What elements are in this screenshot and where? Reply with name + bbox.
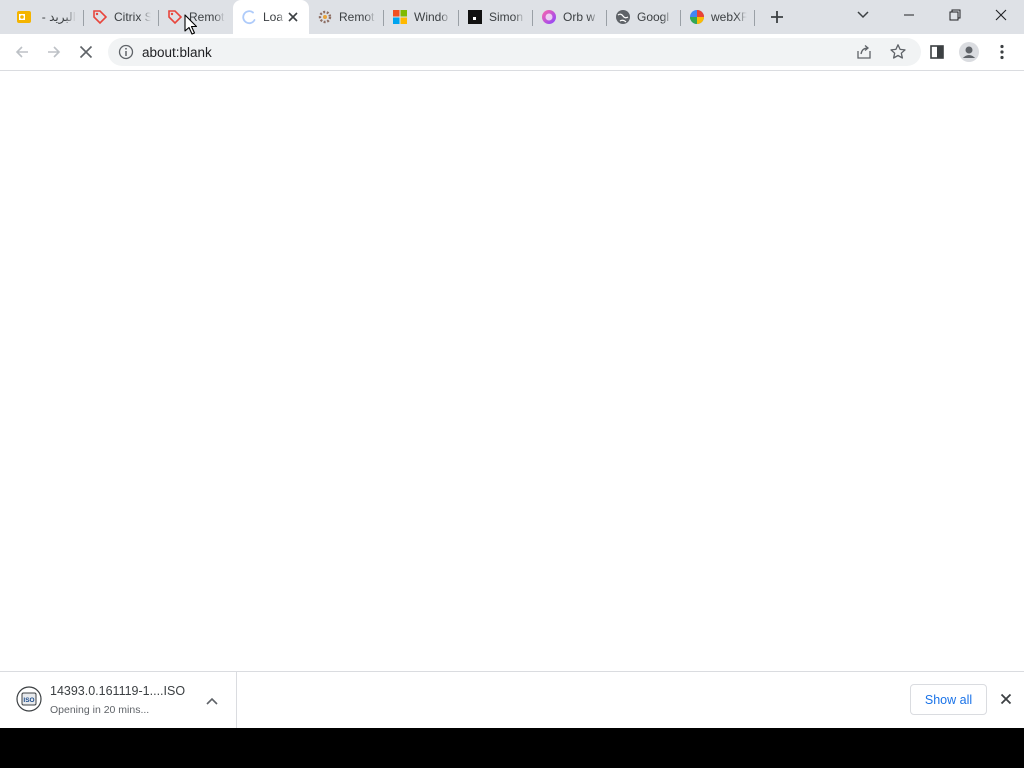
tag-icon — [92, 9, 108, 25]
share-icon[interactable] — [856, 44, 872, 60]
browser-toolbar: about:blank — [0, 34, 1024, 71]
download-shelf: ISO 14393.0.161119-1....ISO Opening in 2… — [0, 671, 1024, 729]
minimize-button[interactable] — [886, 0, 932, 30]
download-item[interactable]: ISO 14393.0.161119-1....ISO Opening in 2… — [0, 672, 237, 729]
forward-button[interactable] — [40, 38, 68, 66]
show-all-button[interactable]: Show all — [910, 684, 987, 715]
side-panel-button[interactable] — [923, 38, 951, 66]
tab-loading-active[interactable]: Loa — [233, 0, 309, 34]
back-button[interactable] — [8, 38, 36, 66]
address-bar[interactable]: about:blank — [108, 38, 921, 66]
screen-bottom-bar — [0, 728, 1024, 768]
stop-loading-button[interactable] — [72, 38, 100, 66]
chevron-down-icon — [857, 11, 869, 19]
new-tab-button[interactable] — [765, 5, 789, 29]
plus-icon — [771, 11, 783, 23]
tab-close-icon[interactable] — [285, 9, 301, 25]
close-shelf-button[interactable] — [997, 690, 1015, 708]
mouse-cursor-icon — [184, 14, 198, 35]
menu-button[interactable] — [988, 38, 1016, 66]
tab-title: Remot — [339, 10, 375, 24]
tab-title: Windo — [414, 10, 449, 24]
tab-title: البريد - — [41, 10, 76, 24]
side-panel-icon — [930, 45, 944, 59]
tab-webxp[interactable]: webXF — [681, 4, 755, 30]
webxp-logo-icon — [689, 9, 705, 25]
tab-windows[interactable]: Windo — [384, 4, 459, 30]
tab-title: webXF — [711, 10, 747, 24]
profile-button[interactable] — [955, 38, 983, 66]
tab-orb[interactable]: Orb w — [533, 4, 607, 30]
avatar-icon — [959, 42, 979, 62]
tab-strip: البريد - Citrix S Remot Loa Remot Windo … — [0, 0, 1024, 34]
close-icon — [79, 45, 93, 59]
iso-file-icon: ISO — [16, 686, 42, 712]
arrow-right-icon — [48, 46, 61, 58]
tab-simon[interactable]: Simon — [459, 4, 533, 30]
close-window-button[interactable] — [978, 0, 1024, 30]
tab-search-button[interactable] — [840, 0, 886, 30]
tab-google[interactable]: Googl — [607, 4, 681, 30]
info-icon[interactable] — [118, 44, 134, 60]
orb-icon — [541, 9, 557, 25]
restore-button[interactable] — [932, 0, 978, 30]
tab-citrix[interactable]: Citrix S — [84, 4, 159, 30]
close-icon — [995, 9, 1007, 21]
arrow-left-icon — [15, 46, 28, 58]
tab-title: Simon — [489, 10, 524, 24]
download-options-button[interactable] — [203, 692, 221, 710]
loading-spinner-icon — [241, 9, 257, 25]
restore-icon — [949, 9, 961, 21]
tab-title: Googl — [637, 10, 670, 24]
windows-logo-icon — [392, 9, 408, 25]
url-text[interactable]: about:blank — [142, 45, 212, 60]
tag-icon — [167, 9, 183, 25]
globe-icon — [615, 9, 631, 25]
close-icon — [1000, 693, 1012, 705]
bookmark-star-icon[interactable] — [889, 43, 907, 61]
svg-text:ISO: ISO — [23, 697, 34, 704]
download-filename: 14393.0.161119-1....ISO — [50, 684, 186, 698]
outlook-mail-icon — [16, 9, 32, 25]
tab-mail[interactable]: البريد - — [8, 4, 84, 30]
more-vertical-icon — [1000, 44, 1004, 60]
download-status: Opening in 20 mins... — [50, 704, 150, 716]
tab-remote-2[interactable]: Remot — [309, 4, 384, 30]
tab-title: Orb w — [563, 10, 596, 24]
gear-icon — [317, 9, 333, 25]
minimize-icon — [904, 14, 914, 16]
black-square-icon — [467, 9, 483, 25]
tab-separator — [754, 10, 755, 26]
chevron-up-icon — [206, 697, 218, 705]
page-content[interactable] — [0, 71, 1024, 671]
tab-title: Citrix S — [114, 10, 151, 24]
tab-title: Loa — [263, 10, 284, 24]
